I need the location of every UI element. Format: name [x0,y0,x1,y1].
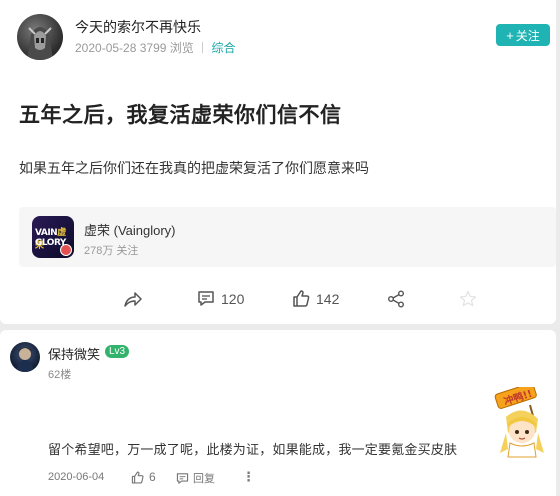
post-category[interactable]: 综合 [211,41,235,55]
post-body: 如果五年之后你们还在我真的把虚荣复活了你们愿意来吗 [19,160,369,176]
reply-author[interactable]: 保持微笑 [48,344,100,363]
reply-like-button[interactable]: 6 [131,470,156,484]
star-icon [459,290,477,307]
comment-count: 120 [221,290,245,307]
reply-button[interactable]: 回复 [176,470,215,486]
post-date: 2020-05-28 [75,41,137,55]
post-card: 今天的索尔不再快乐 2020-05-28 3799 浏览 综合 + 关注 五年之… [0,0,556,324]
thumbs-up-icon [293,290,310,307]
more-options-icon[interactable]: ⋮ [242,469,255,485]
follow-label: 关注 [515,28,540,43]
game-card[interactable]: VAIN虚荣 GLORY 虚荣 (Vainglory) 278万 关注 [19,207,556,267]
share-arrow-icon [124,292,142,307]
follow-button[interactable]: + 关注 [496,24,550,46]
reply-date: 2020-06-04 [48,471,105,483]
share-nodes-icon [388,290,404,308]
game-logo: VAIN虚荣 GLORY [32,216,74,258]
more-share-action[interactable] [387,290,405,308]
post-actions: 120 142 [0,290,556,314]
author-name[interactable]: 今天的索尔不再快乐 [75,17,201,37]
plus-icon: + [506,27,514,43]
reply-label: 回复 [193,473,215,485]
post-title: 五年之后，我复活虚荣你们信不信 [19,104,342,127]
comment-icon [176,472,189,484]
share-action[interactable] [123,290,143,308]
meta-divider [202,42,204,53]
like-action[interactable]: 142 [292,290,339,307]
like-count: 142 [316,290,340,307]
game-badge-icon [60,244,72,256]
thumbs-up-icon [131,471,144,483]
reply-like-count: 6 [149,470,156,484]
reply-avatar[interactable] [10,342,40,372]
anime-sticker: 冲鸭!! [492,382,552,459]
floor-number: 62楼 [48,369,72,381]
level-badge: Lv3 [105,345,130,358]
reply-card: 保持微笑 Lv3 62楼 留个希望吧，万一成了呢，此楼为证，如果能成，我一定要氪… [0,330,556,496]
post-meta: 2020-05-28 3799 浏览 综合 [75,39,235,56]
comment-icon [198,291,214,306]
post-views: 3799 浏览 [139,41,194,55]
reply-text: 留个希望吧，万一成了呢，此楼为证，如果能成，我一定要氪金买皮肤 [48,442,458,457]
star-action[interactable] [459,290,477,308]
author-avatar[interactable] [17,14,63,60]
game-followers: 278万 关注 [84,245,139,257]
comment-action[interactable]: 120 [197,290,244,307]
game-name[interactable]: 虚荣 (Vainglory) [84,220,176,239]
